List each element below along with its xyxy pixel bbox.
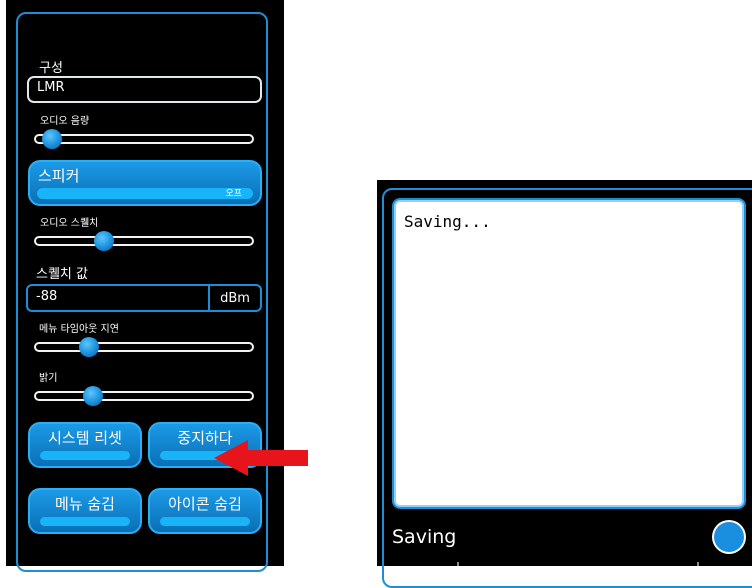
squelch-value: -88: [36, 289, 58, 304]
system-reset-button[interactable]: 시스템 리셋: [28, 422, 142, 468]
hide-icons-button[interactable]: 아이콘 숨김: [148, 488, 262, 534]
hide-menu-label: 메뉴 숨김: [55, 495, 115, 513]
red-arrow-icon: [214, 440, 308, 476]
audio-volume-label: 오디오 음량: [40, 116, 90, 127]
hide-menu-button[interactable]: 메뉴 숨김: [28, 488, 142, 534]
saving-message: Saving...: [404, 212, 491, 231]
audio-squelch-slider[interactable]: [34, 236, 254, 246]
system-reset-bar: [40, 451, 130, 460]
speaker-toggle[interactable]: 스피커 오프: [28, 160, 262, 206]
speaker-label: 스피커: [38, 167, 80, 185]
system-reset-label: 시스템 리셋: [48, 429, 122, 447]
squelch-unit: dBm: [208, 286, 260, 310]
speaker-toggle-bar: [37, 188, 253, 199]
config-label: 구성: [39, 61, 63, 76]
menu-timeout-slider[interactable]: [34, 342, 254, 352]
brightness-label: 밝기: [39, 373, 58, 384]
brightness-slider[interactable]: [34, 391, 254, 401]
audio-volume-thumb[interactable]: [41, 129, 62, 149]
config-value: LMR: [37, 80, 65, 95]
bottom-divider: [457, 562, 699, 566]
saving-dialog: Saving... Saving: [377, 180, 752, 588]
progress-spinner-icon: [714, 522, 744, 552]
audio-squelch-label: 오디오 스퀠치: [40, 218, 99, 229]
audio-volume-slider[interactable]: [34, 134, 254, 144]
menu-timeout-thumb[interactable]: [79, 337, 99, 357]
settings-panel: 구성 LMR 오디오 음량 스피커 오프 오디오 스퀠치 스퀠치 값 -88 d…: [6, 0, 284, 572]
hide-menu-bar: [40, 517, 130, 526]
config-field[interactable]: LMR: [27, 76, 262, 103]
message-box: Saving...: [394, 200, 744, 507]
status-text: Saving: [392, 526, 457, 548]
menu-timeout-label: 메뉴 타임아웃 지연: [39, 324, 119, 335]
hide-icons-bar: [160, 517, 250, 526]
squelch-value-label: 스퀠치 값: [36, 267, 88, 282]
hide-icons-label: 아이콘 숨김: [168, 495, 242, 513]
squelch-value-field[interactable]: -88 dBm: [26, 284, 262, 312]
speaker-value: 오프: [225, 189, 242, 199]
